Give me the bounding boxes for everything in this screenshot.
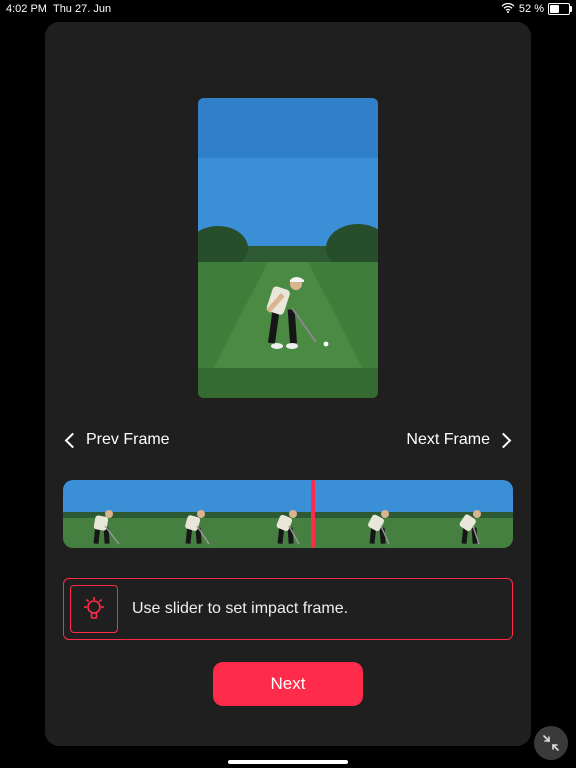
minimize-button[interactable]: [534, 726, 568, 760]
hint-banner: Use slider to set impact frame.: [63, 578, 513, 640]
minimize-icon: [543, 735, 559, 751]
lightbulb-icon: [70, 585, 118, 633]
frame-navigation: Prev Frame Next Frame: [63, 420, 513, 460]
frame-slider[interactable]: [63, 480, 513, 548]
prev-frame-button[interactable]: Prev Frame: [63, 425, 174, 455]
home-indicator: [228, 760, 348, 764]
status-date: Thu 27. Jun: [53, 3, 111, 15]
video-frame-preview: [198, 98, 378, 398]
filmstrip-thumb[interactable]: [63, 480, 153, 548]
status-bar: 4:02 PM Thu 27. Jun 52 %: [0, 0, 576, 18]
hint-text: Use slider to set impact frame.: [132, 600, 348, 618]
battery-icon: [548, 3, 570, 15]
app-panel: Prev Frame Next Frame Use slider to set …: [45, 22, 531, 746]
chevron-left-icon: [65, 432, 81, 448]
next-button[interactable]: Next: [213, 662, 363, 706]
next-frame-label: Next Frame: [406, 431, 490, 449]
filmstrip-thumb[interactable]: [423, 480, 513, 548]
prev-frame-label: Prev Frame: [86, 431, 170, 449]
wifi-icon: [501, 3, 515, 16]
filmstrip-thumb[interactable]: [333, 480, 423, 548]
next-frame-button[interactable]: Next Frame: [402, 425, 513, 455]
status-time: 4:02 PM: [6, 3, 47, 15]
chevron-right-icon: [496, 432, 512, 448]
filmstrip-thumb[interactable]: [243, 480, 333, 548]
battery-percent: 52 %: [519, 3, 544, 15]
filmstrip-thumb[interactable]: [153, 480, 243, 548]
